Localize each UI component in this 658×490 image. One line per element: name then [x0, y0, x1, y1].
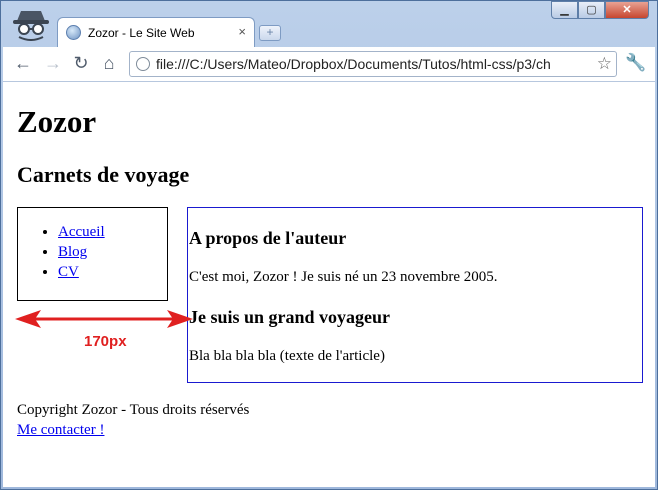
article-heading-1: A propos de l'auteur: [189, 228, 347, 248]
page-footer: Copyright Zozor - Tous droits réservés M…: [17, 400, 249, 440]
page-icon: [136, 57, 150, 71]
nav-link-blog[interactable]: Blog: [58, 244, 87, 260]
nav-link-cv[interactable]: CV: [58, 264, 79, 280]
browser-window: Zozor - Le Site Web × + ▁ ▢ ✕ ← → ↻ ⌂ fi…: [0, 0, 658, 490]
new-tab-button[interactable]: +: [259, 25, 281, 41]
width-annotation-label: 170px: [84, 333, 127, 350]
forward-button[interactable]: →: [43, 53, 63, 73]
back-button[interactable]: ←: [13, 53, 33, 73]
page-subtitle: Carnets de voyage: [17, 162, 190, 187]
nav-item-accueil: Accueil: [58, 222, 167, 242]
title-bar: Zozor - Le Site Web × + ▁ ▢ ✕: [1, 1, 657, 47]
page-viewport: Zozor Carnets de voyage Accueil Blog CV …: [3, 82, 655, 487]
wrench-icon[interactable]: 🔧: [625, 53, 646, 73]
globe-icon: [66, 25, 81, 40]
address-bar[interactable]: file:///C:/Users/Mateo/Dropbox/Documents…: [129, 51, 617, 77]
minimize-button[interactable]: ▁: [551, 1, 578, 19]
site-nav: Accueil Blog CV: [17, 207, 168, 301]
home-button[interactable]: ⌂: [99, 53, 119, 73]
url-text[interactable]: file:///C:/Users/Mateo/Dropbox/Documents…: [156, 56, 551, 72]
tab-close-button[interactable]: ×: [238, 24, 246, 39]
article-paragraph-2: Bla bla bla bla (texte de l'article): [189, 348, 385, 364]
article-paragraph-1: C'est moi, Zozor ! Je suis né un 23 nove…: [189, 269, 498, 285]
close-window-button[interactable]: ✕: [605, 1, 649, 19]
tab-active[interactable]: Zozor - Le Site Web ×: [57, 17, 255, 47]
maximize-button[interactable]: ▢: [578, 1, 605, 19]
nav-item-cv: CV: [58, 262, 167, 282]
reload-button[interactable]: ↻: [71, 53, 91, 73]
nav-item-blog: Blog: [58, 242, 167, 262]
article-heading-2: Je suis un grand voyageur: [189, 307, 391, 327]
article-section: A propos de l'auteur C'est moi, Zozor ! …: [187, 207, 643, 383]
browser-toolbar: ← → ↻ ⌂ file:///C:/Users/Mateo/Dropbox/D…: [3, 47, 655, 82]
nav-link-accueil[interactable]: Accueil: [58, 224, 105, 240]
star-icon[interactable]: ☆: [593, 54, 612, 74]
incognito-icon: [13, 11, 49, 41]
copyright-text: Copyright Zozor - Tous droits réservés: [17, 402, 250, 418]
page-title: Zozor: [17, 104, 97, 139]
nav-list: Accueil Blog CV: [18, 222, 167, 282]
tab-title: Zozor - Le Site Web: [88, 26, 195, 40]
window-controls: ▁ ▢ ✕: [551, 1, 649, 19]
contact-link[interactable]: Me contacter !: [17, 422, 104, 438]
